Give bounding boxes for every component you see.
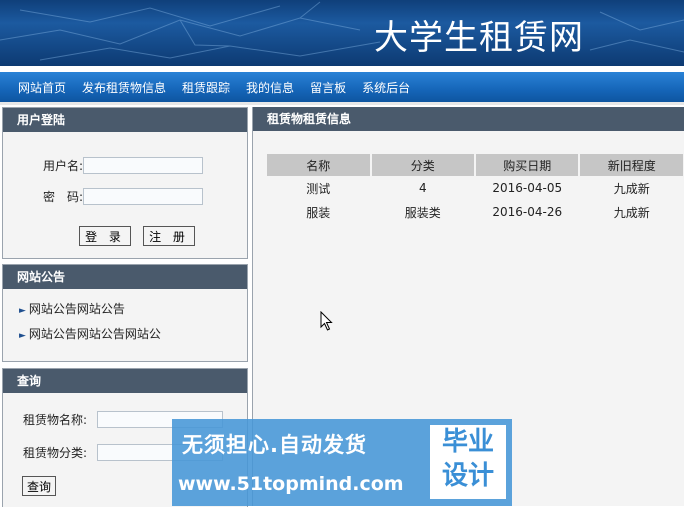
- notice-panel: 网站公告 ► 网站公告网站公告 ► 网站公告网站公告网站公: [2, 264, 248, 362]
- item-type-label: 租赁物分类:: [22, 445, 87, 460]
- watermark-overlay: 无须担心.自动发货 www.51topmind.com 毕业 设计: [172, 419, 512, 506]
- site-banner: 大学生租赁网: [0, 0, 684, 66]
- watermark-text-block: 无须担心.自动发货 www.51topmind.com: [172, 419, 424, 506]
- password-label: 密 码:: [42, 189, 83, 204]
- notice-item[interactable]: ► 网站公告网站公告: [19, 297, 247, 322]
- nav-item-message-board[interactable]: 留言板: [310, 79, 346, 96]
- cell-condition: 九成新: [613, 205, 650, 220]
- site-title: 大学生租赁网: [374, 18, 584, 58]
- login-button[interactable]: 登 录: [79, 226, 131, 246]
- notice-item[interactable]: ► 网站公告网站公告网站公: [19, 322, 247, 347]
- watermark-url: www.51topmind.com: [178, 473, 404, 495]
- cell-category: 服装类: [404, 205, 441, 220]
- cell-name: 测试: [306, 181, 331, 196]
- bullet-arrow-icon: ►: [19, 306, 26, 316]
- cell-name: 服装: [306, 205, 331, 220]
- username-label: 用户名:: [42, 158, 83, 173]
- bullet-arrow-icon: ►: [19, 331, 26, 341]
- login-panel-title: 用户登陆: [3, 108, 247, 132]
- watermark-badge: 毕业 设计: [424, 419, 512, 506]
- nav-item-tracking[interactable]: 租赁跟踪: [182, 79, 230, 96]
- cell-purchase-date: 2016-04-26: [492, 205, 563, 219]
- cell-category: 4: [418, 181, 427, 195]
- password-input[interactable]: [83, 187, 203, 205]
- register-button[interactable]: 注 册: [143, 226, 195, 246]
- username-input[interactable]: [83, 156, 203, 174]
- login-panel: 用户登陆 用户名: 密 码: 登 录 注 册: [2, 107, 248, 259]
- query-panel-title: 查询: [3, 369, 247, 393]
- item-name-label: 租赁物名称:: [22, 412, 87, 427]
- rental-info-title: 租赁物租赁信息: [253, 107, 684, 131]
- table-row[interactable]: 测试 4 2016-04-05 九成新: [267, 176, 683, 200]
- main-nav: 网站首页 发布租赁物信息 租赁跟踪 我的信息 留言板 系统后台: [0, 72, 684, 105]
- column-header-condition: 新旧程度: [580, 154, 683, 176]
- watermark-slogan: 无须担心.自动发货: [182, 433, 367, 457]
- nav-item-publish[interactable]: 发布租赁物信息: [82, 79, 166, 96]
- notice-panel-title: 网站公告: [3, 265, 247, 289]
- rental-table: 名称 分类 购买日期 新旧程度 测试 4 2016-04-05 九成新 服装 服…: [265, 154, 684, 224]
- column-header-category: 分类: [371, 154, 475, 176]
- column-header-purchase-date: 购买日期: [476, 154, 579, 176]
- nav-item-home[interactable]: 网站首页: [18, 79, 66, 96]
- table-row[interactable]: 服装 服装类 2016-04-26 九成新: [267, 200, 683, 224]
- cell-condition: 九成新: [613, 181, 650, 196]
- nav-item-my-info[interactable]: 我的信息: [246, 79, 294, 96]
- watermark-badge-box: 毕业 设计: [430, 425, 506, 499]
- column-header-name: 名称: [267, 154, 370, 176]
- cell-purchase-date: 2016-04-05: [492, 181, 563, 195]
- query-button[interactable]: 查询: [22, 476, 56, 496]
- nav-item-admin[interactable]: 系统后台: [362, 79, 410, 96]
- watermark-badge-line1: 毕业: [441, 427, 494, 457]
- mouse-cursor-icon: [320, 311, 333, 331]
- watermark-badge-line2: 设计: [441, 461, 494, 491]
